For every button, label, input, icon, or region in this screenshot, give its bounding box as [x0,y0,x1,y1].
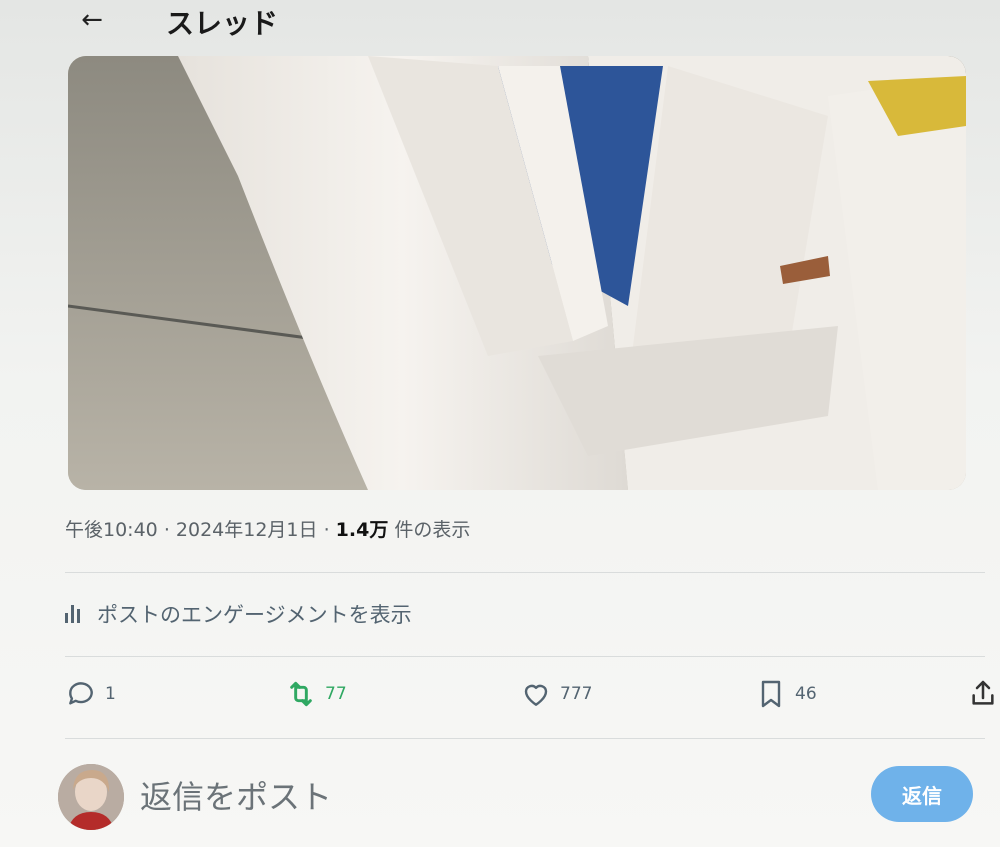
divider [65,572,985,573]
reply-count: 1 [105,684,116,704]
divider [65,738,985,739]
post-actions: 1 77 777 46 [65,670,994,720]
like-count: 777 [560,684,593,704]
bar-chart-icon [65,602,89,626]
divider [65,656,985,657]
reply-input[interactable]: 返信をポスト [140,772,332,818]
share-icon [972,680,994,705]
views-label: 件の表示 [394,519,471,541]
meta-separator: · [163,519,170,541]
bookmark-icon [761,680,781,708]
screen: ← スレッド 午後10:40 · 2024年12月1日 · 1.4万 件の表示 … [0,0,1000,847]
post-media-image[interactable] [68,56,966,490]
meta-separator: · [323,519,330,541]
engagement-link[interactable]: ポストのエンゲージメントを表示 [65,600,412,628]
share-action-button[interactable] [967,676,999,712]
reply-composer: 返信をポスト 返信 [58,760,973,834]
engagement-link-label: ポストのエンゲージメントを表示 [97,603,412,627]
reply-submit-button[interactable]: 返信 [871,766,973,822]
speech-bubble-icon [69,682,93,705]
post-thread-column: ← スレッド 午後10:40 · 2024年12月1日 · 1.4万 件の表示 … [40,0,1000,847]
back-button[interactable]: ← [70,2,114,38]
views-count: 1.4万 [335,519,389,541]
post-meta: 午後10:40 · 2024年12月1日 · 1.4万 件の表示 [65,515,470,542]
heart-icon [524,684,548,706]
page-title: スレッド [166,7,279,40]
like-action-button[interactable]: 777 [520,676,592,712]
retweet-action-button[interactable]: 77 [285,676,347,712]
retweet-icon [290,681,312,707]
header: ← スレッド [40,0,1000,52]
arrow-left-icon: ← [81,5,103,35]
post-date[interactable]: 2024年12月1日 [176,519,318,541]
post-time[interactable]: 午後10:40 [65,519,158,541]
reply-action-button[interactable]: 1 [65,676,116,712]
retweet-count: 77 [325,684,347,704]
avatar[interactable] [58,764,124,830]
bookmark-count: 46 [795,684,817,704]
bookmark-action-button[interactable]: 46 [755,676,817,712]
